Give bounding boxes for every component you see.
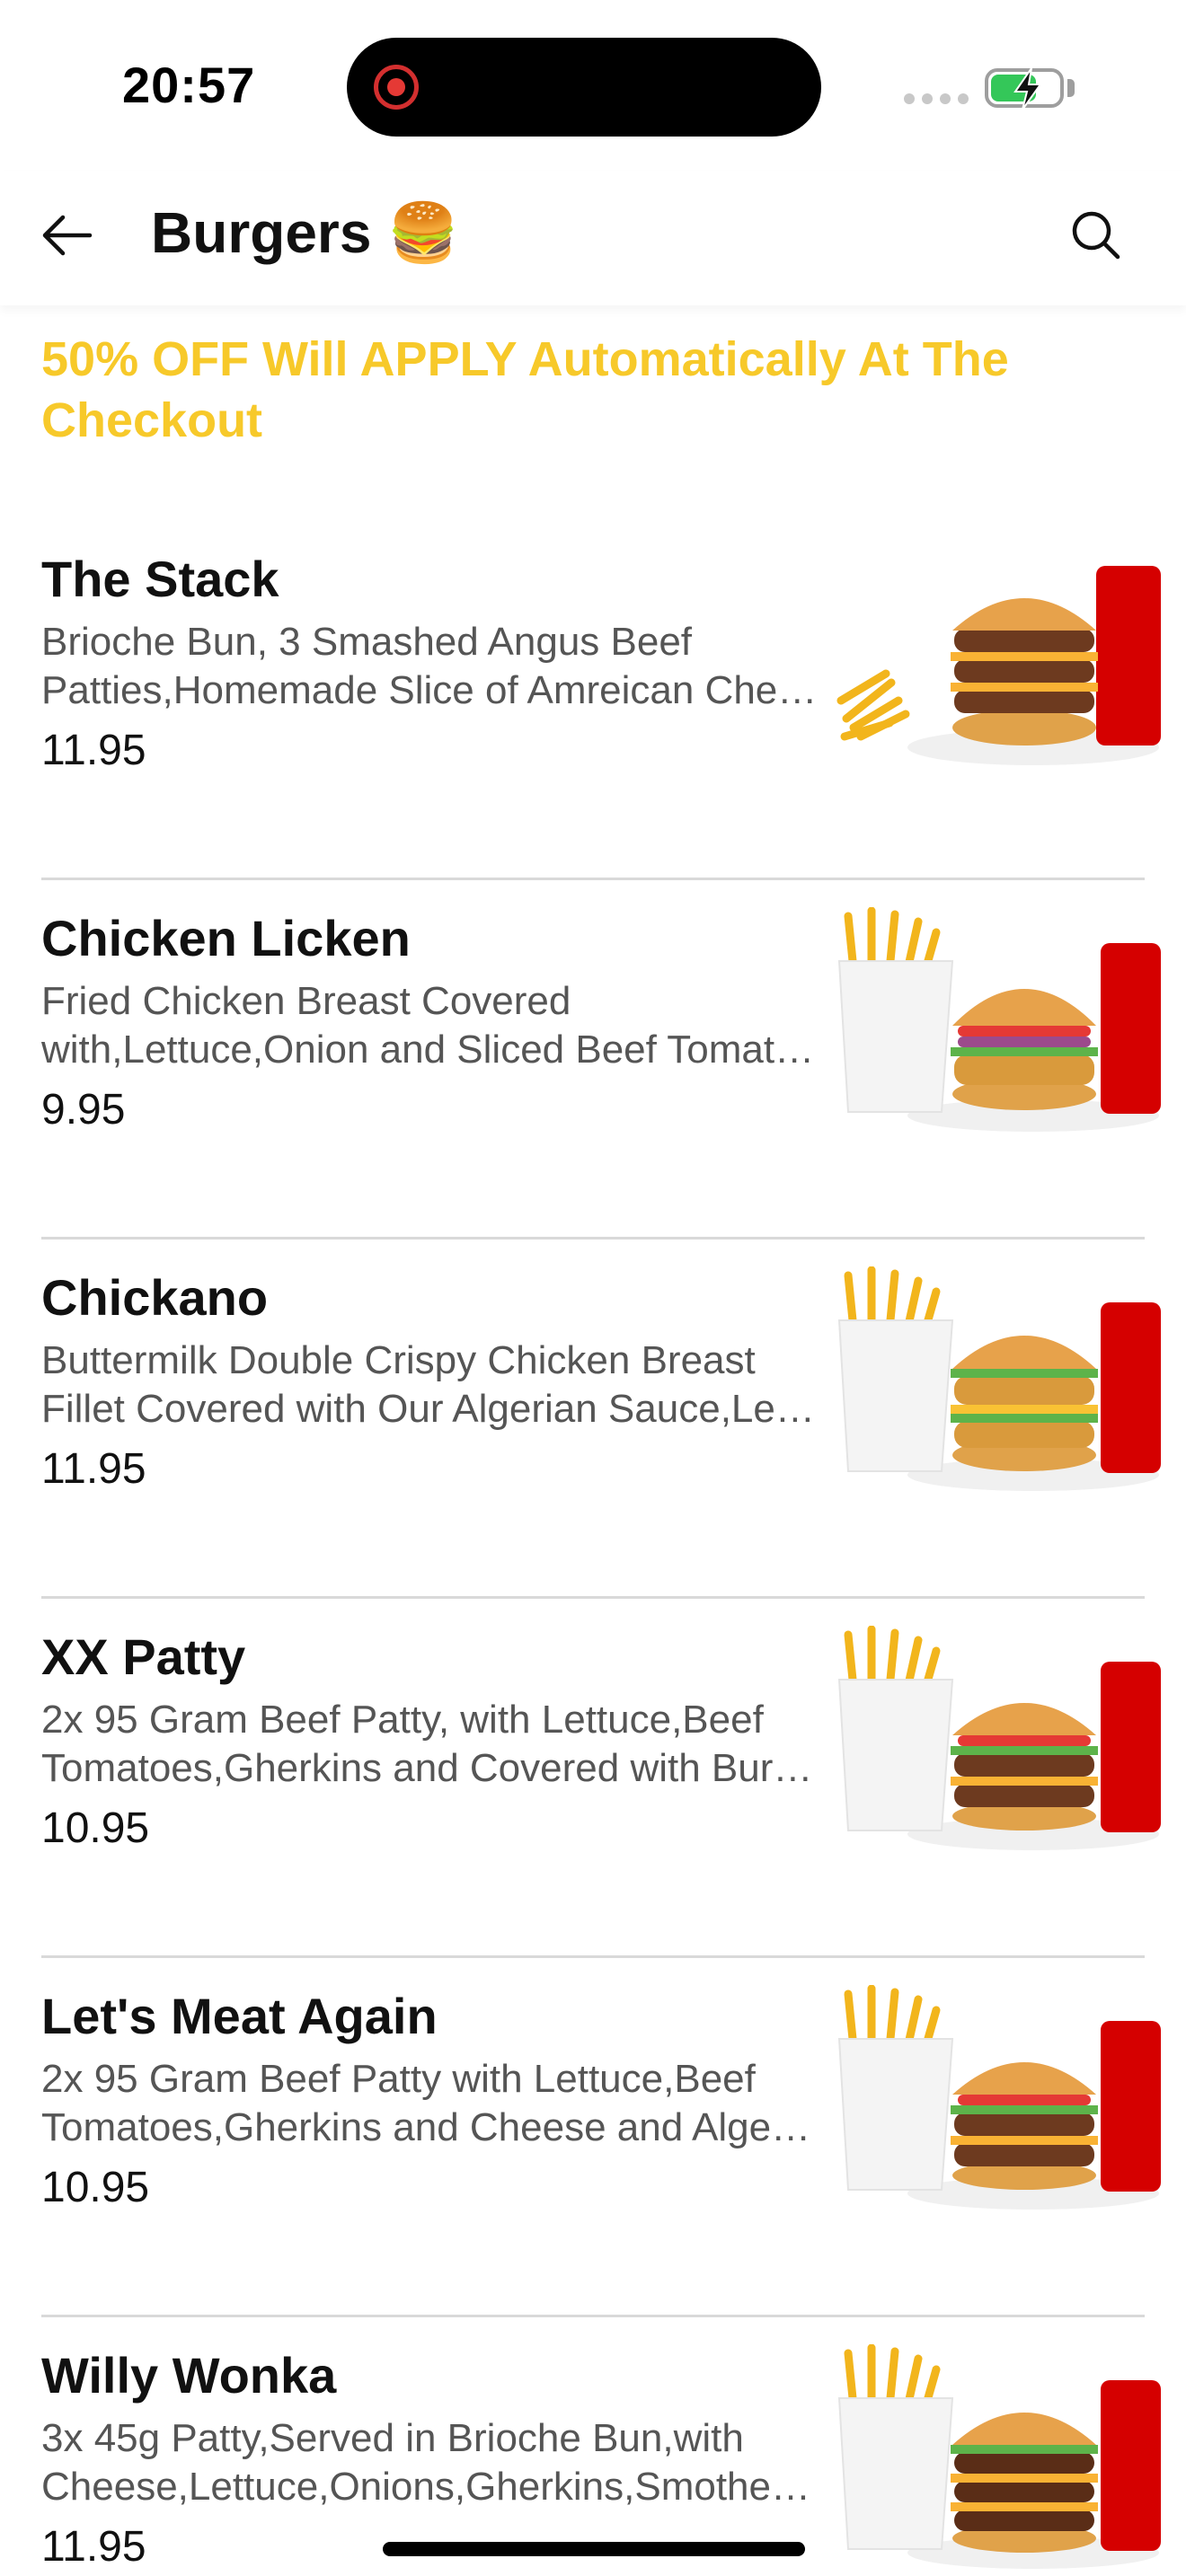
menu-item[interactable]: Willy Wonka 3x 45g Patty,Served in Brioc… (0, 2317, 1186, 2576)
burger-image (837, 907, 1161, 1132)
charging-bolt-icon (1013, 67, 1042, 110)
burger-image (837, 1266, 1161, 1491)
signal-icon (904, 93, 969, 104)
search-icon[interactable] (1064, 203, 1128, 268)
item-name: Let's Meat Again (41, 1988, 438, 2044)
menu-item[interactable]: Chickano Buttermilk Double Crispy Chicke… (0, 1239, 1186, 1599)
menu-item[interactable]: Let's Meat Again 2x 95 Gram Beef Patty w… (0, 1958, 1186, 2317)
item-description: Fried Chicken Breast Covered with,Lettuce… (41, 979, 815, 1072)
burger-image (837, 2344, 1161, 2569)
item-description: Brioche Bun, 3 Smashed Angus Beef Patties… (41, 620, 818, 712)
status-bar: 20:57 (0, 0, 1186, 162)
item-description: 3x 45g Patty,Served in Brioche Bun,with C… (41, 2416, 823, 2509)
status-time: 20:57 (122, 57, 256, 113)
menu-list: The Stack Brioche Bun, 3 Smashed Angus B… (0, 521, 1186, 2576)
home-indicator (383, 2542, 805, 2556)
recording-icon (374, 65, 419, 110)
item-name: Willy Wonka (41, 2347, 337, 2404)
item-name: Chickano (41, 1269, 269, 1326)
item-price: 10.95 (41, 2164, 150, 2211)
item-name: XX Patty (41, 1628, 246, 1685)
app-header: Burgers 🍔 (0, 171, 1186, 305)
menu-item[interactable]: The Stack Brioche Bun, 3 Smashed Angus B… (0, 521, 1186, 880)
burger-image (837, 1626, 1161, 1850)
item-price: 9.95 (41, 1086, 126, 1134)
item-description: 2x 95 Gram Beef Patty, with Lettuce,Beef… (41, 1698, 813, 1790)
item-price: 10.95 (41, 1804, 150, 1852)
item-price: 11.95 (41, 1445, 146, 1493)
item-name: Chicken Licken (41, 910, 411, 966)
promo-banner: 50% OFF Will APPLY Automatically At The … (41, 332, 1009, 447)
item-description: 2x 95 Gram Beef Patty with Lettuce,Beef T… (41, 2057, 823, 2149)
burger-image (836, 566, 1161, 765)
item-price: 11.95 (41, 2523, 146, 2571)
dynamic-island (347, 38, 821, 137)
item-price: 11.95 (41, 727, 146, 774)
page-title: Burgers 🍔 (151, 200, 459, 265)
screen: 20:57 Burgers 🍔 50% OFF Will APPLY Autom… (0, 0, 1186, 2576)
battery-icon (985, 67, 1064, 110)
menu-item[interactable]: Chicken Licken Fried Chicken Breast Cove… (0, 880, 1186, 1239)
burger-image (837, 1985, 1161, 2210)
item-name: The Stack (41, 551, 279, 607)
battery-cap (1067, 79, 1075, 97)
menu-item[interactable]: XX Patty 2x 95 Gram Beef Patty, with Let… (0, 1599, 1186, 1958)
item-description: Buttermilk Double Crispy Chicken Breast F… (41, 1338, 815, 1431)
back-arrow-icon[interactable] (36, 203, 101, 268)
